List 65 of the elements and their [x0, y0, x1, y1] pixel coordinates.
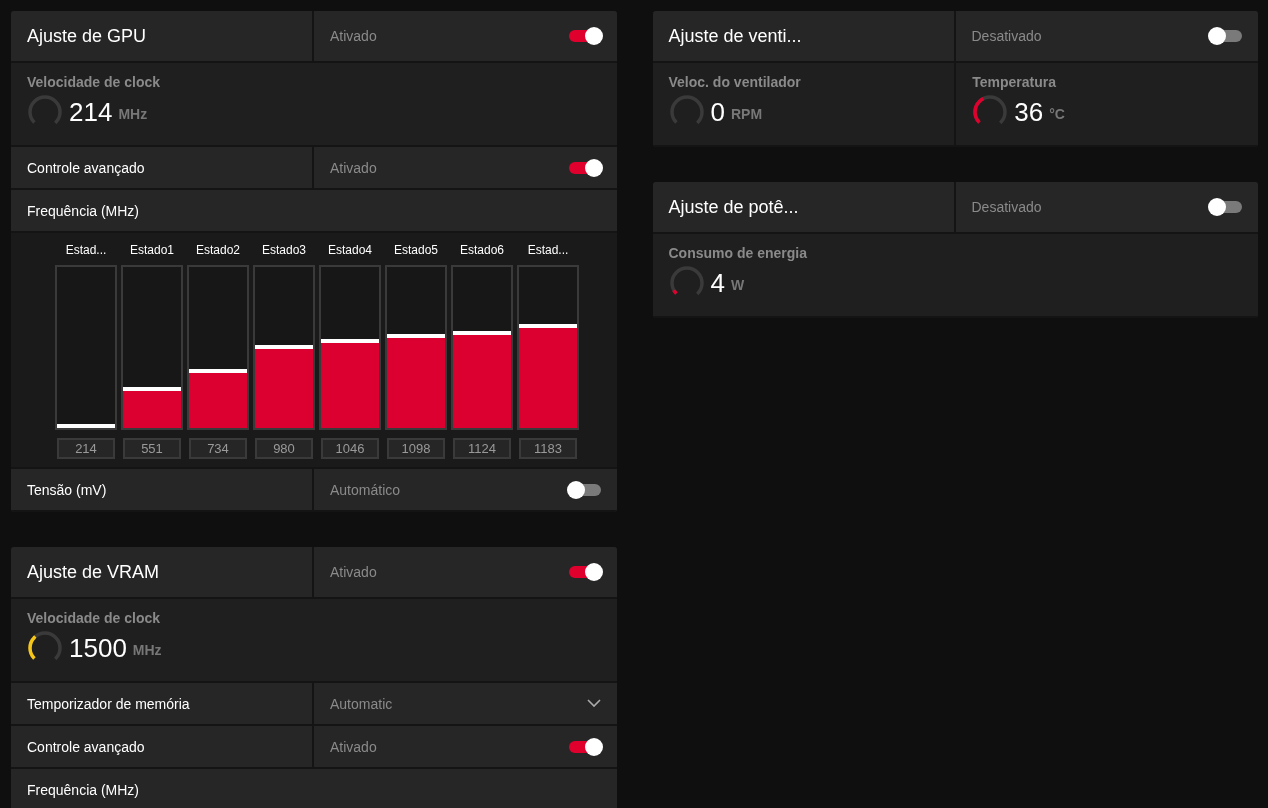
section-heading: Frequência (MHz) — [27, 202, 140, 219]
panel-title: Ajuste de potê... — [668, 196, 799, 218]
frequency-field[interactable]: 1124 — [453, 438, 511, 459]
toggle-switch[interactable] — [568, 566, 601, 578]
state-label: Estad... — [527, 243, 569, 257]
setting-label: Tensão (mV) — [27, 481, 107, 498]
metric-unit: MHz — [132, 642, 162, 658]
frequency-field[interactable]: 734 — [189, 438, 247, 459]
toggle-switch[interactable] — [568, 30, 601, 42]
metric-unit: MHz — [118, 106, 148, 122]
chevron-down-icon — [586, 699, 601, 708]
toggle-switch[interactable] — [568, 483, 601, 496]
frequency-slider[interactable] — [187, 265, 249, 430]
panel-title: Ajuste de venti... — [668, 25, 802, 47]
status-text: Ativado — [330, 738, 377, 755]
metric-label: Velocidade de clock — [27, 610, 162, 626]
metric-value: 36 — [1014, 96, 1044, 128]
metric-label: Veloc. do ventilador — [668, 74, 802, 90]
metric-value: 0 — [710, 96, 725, 128]
frequency-slider[interactable] — [451, 265, 513, 430]
metric-value: 4 — [710, 267, 725, 299]
frequency-field[interactable]: 551 — [123, 438, 181, 459]
frequency-slider[interactable] — [55, 265, 117, 430]
toggle-switch[interactable] — [1210, 201, 1242, 213]
state-label: Estado2 — [195, 243, 240, 257]
state-label: Estado5 — [393, 243, 438, 257]
toggle-switch[interactable] — [568, 161, 601, 174]
frequency-field[interactable]: 1046 — [321, 438, 379, 459]
status-text: Desativado — [971, 199, 1042, 215]
frequency-field[interactable]: 214 — [57, 438, 115, 459]
frequency-slider[interactable] — [319, 265, 381, 430]
metric-value: 1500 — [69, 632, 127, 664]
metric-label: Temperatura — [972, 74, 1058, 90]
setting-label: Controle avançado — [27, 159, 145, 176]
state-label: Estado4 — [327, 243, 372, 257]
dropdown[interactable]: Automatic — [314, 683, 617, 724]
frequency-slider[interactable] — [121, 265, 183, 430]
frequency-field[interactable]: 1098 — [387, 438, 445, 459]
metric-unit: RPM — [730, 106, 763, 122]
status-text: Desativado — [971, 28, 1042, 44]
status-text: Ativado — [330, 564, 377, 580]
status-text: Automático — [330, 481, 401, 498]
toggle-switch[interactable] — [568, 740, 601, 753]
state-label: Estad... — [65, 243, 107, 257]
panel-title: Ajuste de VRAM — [27, 561, 160, 583]
frequency-slider[interactable] — [517, 265, 579, 430]
state-label: Estado6 — [459, 243, 504, 257]
frequency-slider[interactable] — [253, 265, 315, 430]
toggle-switch[interactable] — [1210, 30, 1242, 42]
metric-label: Consumo de energia — [668, 245, 808, 261]
status-text: Ativado — [330, 28, 377, 44]
metric-unit: °C — [1049, 106, 1065, 122]
section-heading: Frequência (MHz) — [27, 781, 140, 798]
panel-title: Ajuste de GPU — [27, 25, 147, 47]
setting-label: Controle avançado — [27, 738, 145, 755]
metric-value: 214 — [69, 96, 113, 128]
status-text: Ativado — [330, 159, 377, 176]
state-label: Estado3 — [261, 243, 306, 257]
frequency-field[interactable]: 1183 — [519, 438, 577, 459]
frequency-field[interactable]: 980 — [255, 438, 313, 459]
metric-label: Velocidade de clock — [27, 74, 162, 90]
state-label: Estado1 — [129, 243, 174, 257]
frequency-slider[interactable] — [385, 265, 447, 430]
metric-unit: W — [730, 277, 745, 293]
setting-label: Temporizador de memória — [27, 695, 190, 712]
